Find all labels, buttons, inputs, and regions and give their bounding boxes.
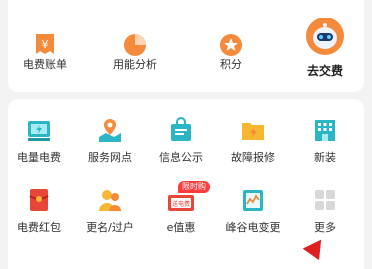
top-item-points[interactable]: 积分 xyxy=(194,32,268,72)
grid-item-label: 新装 xyxy=(314,151,336,164)
coupon-text: 送电费 xyxy=(172,200,190,208)
grid-item-label: 服务网点 xyxy=(88,151,132,164)
top-item-bill[interactable]: ¥ 电费账单 xyxy=(8,32,82,72)
grid-item-new-install[interactable]: 新装 xyxy=(288,117,362,165)
svg-text:¥: ¥ xyxy=(42,38,49,51)
top-item-label: 用能分析 xyxy=(113,58,157,71)
top-item-energy-analysis[interactable]: 用能分析 xyxy=(98,32,172,72)
grid-item-peak-valley-change[interactable]: 峰谷电变更 xyxy=(216,187,290,235)
robot-mascot-icon xyxy=(306,18,344,55)
notice-bag-icon xyxy=(171,117,191,141)
repair-folder-icon xyxy=(242,123,264,140)
building-icon xyxy=(315,120,335,141)
star-icon xyxy=(220,34,242,56)
grid-item-fault-repair[interactable]: 故障报修 xyxy=(216,117,290,165)
grid-item-label: 故障报修 xyxy=(231,151,275,164)
limited-time-badge: 限时购 xyxy=(178,181,210,193)
top-item-label: 电费账单 xyxy=(23,58,67,71)
grid-item-label: 信息公示 xyxy=(159,151,203,164)
users-icon xyxy=(99,190,121,211)
electric-meter-icon xyxy=(28,121,50,141)
quick-actions-bar: ¥ 电费账单 用能分析 积分 去交费 xyxy=(8,0,364,92)
grid-item-info-notice[interactable]: 信息公示 xyxy=(144,117,218,165)
grid-item-label: 电费红包 xyxy=(17,221,61,234)
grid-item-label: 更多 xyxy=(314,221,336,234)
bill-icon: ¥ xyxy=(36,34,54,54)
top-item-label: 积分 xyxy=(220,58,242,71)
red-envelope-icon xyxy=(29,189,49,211)
grid-item-label: e值惠 xyxy=(166,221,196,234)
grid-more-icon xyxy=(315,190,335,210)
map-pin-icon xyxy=(99,119,121,142)
grid-item-label: 峰谷电变更 xyxy=(225,221,281,234)
grid-item-e-value-benefit[interactable]: 送电费 e值惠 xyxy=(144,187,218,235)
grid-item-red-envelope[interactable]: 电费红包 xyxy=(2,187,76,235)
grid-item-more[interactable]: 更多 xyxy=(288,187,362,235)
chart-doc-icon xyxy=(243,190,263,211)
grid-item-service-outlets[interactable]: 服务网点 xyxy=(73,117,147,165)
grid-item-label: 电量电费 xyxy=(17,151,61,164)
grid-item-label: 更名/过户 xyxy=(86,221,134,234)
grid-item-rename-transfer[interactable]: 更名/过户 xyxy=(73,187,147,235)
top-item-label: 去交费 xyxy=(306,64,343,78)
top-item-pay[interactable]: 去交费 xyxy=(288,18,362,78)
pie-chart-icon xyxy=(124,34,146,56)
grid-item-electricity-bill[interactable]: 电量电费 xyxy=(2,117,76,165)
